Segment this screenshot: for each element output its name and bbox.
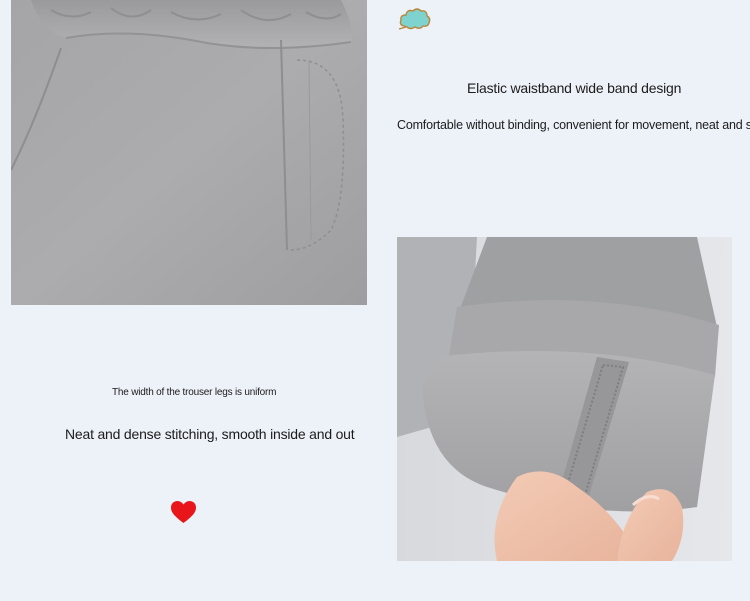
waistband-title: Elastic waistband wide band design	[467, 80, 682, 96]
heart-icon	[170, 500, 197, 525]
trouser-legs-note: The width of the trouser legs is uniform	[112, 387, 277, 398]
cloud-icon	[398, 6, 432, 32]
waistband-photo	[11, 0, 367, 305]
waistband-description: Comfortable without binding, convenient …	[397, 118, 750, 132]
cuff-stitching-photo	[397, 237, 732, 561]
stitching-title: Neat and dense stitching, smooth inside …	[65, 426, 355, 442]
